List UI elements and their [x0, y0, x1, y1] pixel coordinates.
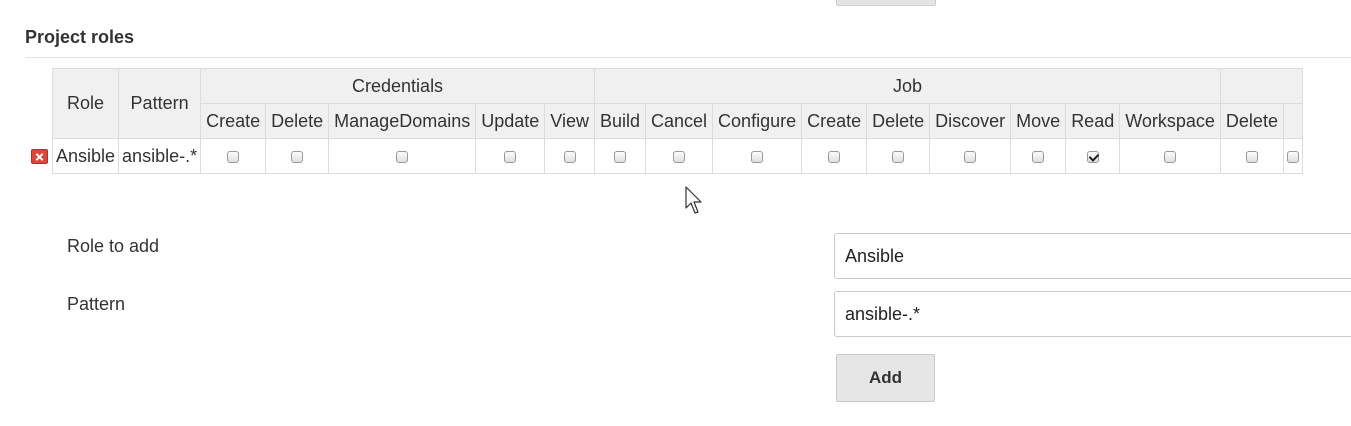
table-row: Ansible ansible-.*	[51, 138, 1303, 174]
group-header-job: Job	[593, 68, 1221, 104]
permission-checkbox[interactable]	[892, 150, 905, 163]
role-column-header: Role	[51, 68, 120, 139]
role-to-add-label: Role to add	[67, 236, 160, 256]
role-to-add-input[interactable]	[834, 233, 1351, 279]
perm-header-job-cancel: Cancel	[645, 103, 714, 139]
perm-header-next-delete: Delete	[1219, 103, 1284, 139]
permission-checkbox[interactable]	[828, 150, 841, 163]
perm-header-job-workspace: Workspace	[1119, 103, 1221, 139]
pattern-input[interactable]	[834, 291, 1351, 337]
permission-checkbox[interactable]	[1086, 150, 1099, 163]
perm-header-job-configure: Configure	[712, 103, 803, 139]
role-pattern-cell: ansible-.*	[118, 138, 202, 174]
section-divider	[25, 57, 1351, 58]
perm-header-next-truncated	[1282, 103, 1303, 139]
mouse-pointer-icon	[685, 186, 702, 214]
perm-header-job-read: Read	[1065, 103, 1121, 139]
perm-header-credentials-delete: Delete	[265, 103, 330, 139]
permission-checkbox[interactable]	[964, 150, 977, 163]
perm-header-credentials-managedomains: ManageDomains	[328, 103, 477, 139]
permission-checkbox[interactable]	[1164, 150, 1177, 163]
delete-role-icon[interactable]	[31, 149, 48, 164]
pattern-column-header: Pattern	[118, 68, 202, 139]
permission-checkbox[interactable]	[396, 150, 409, 163]
permission-checkbox[interactable]	[1286, 150, 1299, 163]
group-header-next	[1219, 68, 1303, 104]
section-title: Project roles	[25, 27, 135, 47]
perm-header-job-move: Move	[1010, 103, 1067, 139]
perm-header-credentials-update: Update	[475, 103, 546, 139]
perm-header-job-build: Build	[593, 103, 647, 139]
permission-checkbox[interactable]	[751, 150, 764, 163]
perm-header-credentials-view: View	[544, 103, 595, 139]
previous-add-button[interactable]	[836, 0, 936, 6]
permission-checkbox[interactable]	[614, 150, 626, 163]
permission-checkbox[interactable]	[1032, 150, 1045, 163]
pattern-label: Pattern	[67, 294, 126, 314]
perm-header-credentials-create: Create	[200, 103, 267, 139]
permission-checkbox[interactable]	[291, 150, 304, 163]
permission-header-row: Create Delete ManageDomains Update View …	[53, 103, 1303, 139]
group-header-credentials: Credentials	[200, 68, 595, 104]
add-button[interactable]: Add	[836, 354, 935, 402]
permission-checkbox[interactable]	[227, 150, 240, 163]
permission-checkbox[interactable]	[1245, 150, 1258, 163]
perm-header-job-discover: Discover	[929, 103, 1012, 139]
permission-checkbox[interactable]	[563, 150, 576, 163]
group-header-row: Role Pattern Credentials Job	[51, 68, 1303, 139]
permission-checkbox[interactable]	[673, 150, 686, 163]
project-roles-table: Role Pattern Credentials Job Create Dele…	[51, 68, 1303, 174]
role-name-cell: Ansible	[51, 138, 120, 174]
perm-header-job-delete: Delete	[866, 103, 931, 139]
perm-header-job-create: Create	[801, 103, 868, 139]
permission-checkbox[interactable]	[504, 150, 517, 163]
